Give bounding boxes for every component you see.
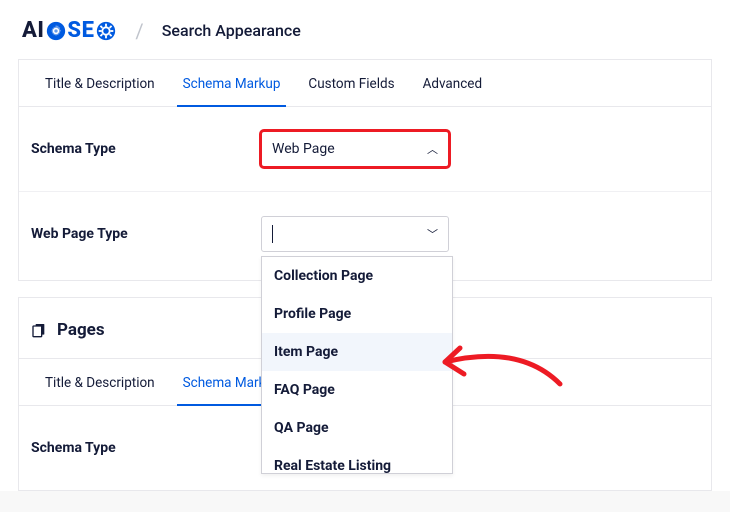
row-schema-type: Schema Type Web Page ︿ <box>19 107 711 192</box>
select-schema-type[interactable]: Web Page ︿ <box>261 131 449 167</box>
select-value: Web Page <box>272 141 335 157</box>
chevron-up-icon: ︿ <box>427 141 438 157</box>
tab-advanced[interactable]: Advanced <box>409 60 497 106</box>
option-qa-page[interactable]: QA Page <box>262 409 452 447</box>
label-web-page-type: Web Page Type <box>31 226 261 242</box>
page-title: Search Appearance <box>162 21 301 40</box>
breadcrumb-separator: / <box>135 19 143 43</box>
panel-schema-config: Title & Description Schema Markup Custom… <box>18 59 712 281</box>
dropdown-web-page-type: Collection Page Profile Page Item Page F… <box>261 256 453 474</box>
logo-text-se: SE <box>67 18 94 43</box>
option-real-estate-listing[interactable]: Real Estate Listing <box>262 447 452 473</box>
dropdown-scroll[interactable]: Collection Page Profile Page Item Page F… <box>262 257 452 473</box>
gear-icon <box>45 20 67 42</box>
tab-title-description-2[interactable]: Title & Description <box>31 359 169 405</box>
logo-text-ai: AI <box>22 18 44 43</box>
pages-icon <box>31 322 47 338</box>
page-header: AI SE / Search Appearance <box>0 0 730 59</box>
option-faq-page[interactable]: FAQ Page <box>262 371 452 409</box>
option-profile-page[interactable]: Profile Page <box>262 295 452 333</box>
label-schema-type-2: Schema Type <box>31 440 261 456</box>
text-cursor <box>272 225 273 243</box>
gear-icon <box>95 20 117 42</box>
chevron-down-icon: ﹀ <box>427 226 438 242</box>
tab-schema-markup[interactable]: Schema Markup <box>169 60 295 106</box>
tabs-top: Title & Description Schema Markup Custom… <box>19 60 711 107</box>
tab-custom-fields[interactable]: Custom Fields <box>294 60 408 106</box>
option-collection-page[interactable]: Collection Page <box>262 257 452 295</box>
select-web-page-type[interactable]: ﹀ <box>261 216 449 252</box>
row-web-page-type: Web Page Type ﹀ Collection Page Profile … <box>19 192 711 280</box>
tab-title-description[interactable]: Title & Description <box>31 60 169 106</box>
label-schema-type: Schema Type <box>31 141 261 157</box>
option-item-page[interactable]: Item Page <box>262 333 452 371</box>
brand-logo: AI SE <box>22 18 117 43</box>
section-title: Pages <box>57 320 105 340</box>
